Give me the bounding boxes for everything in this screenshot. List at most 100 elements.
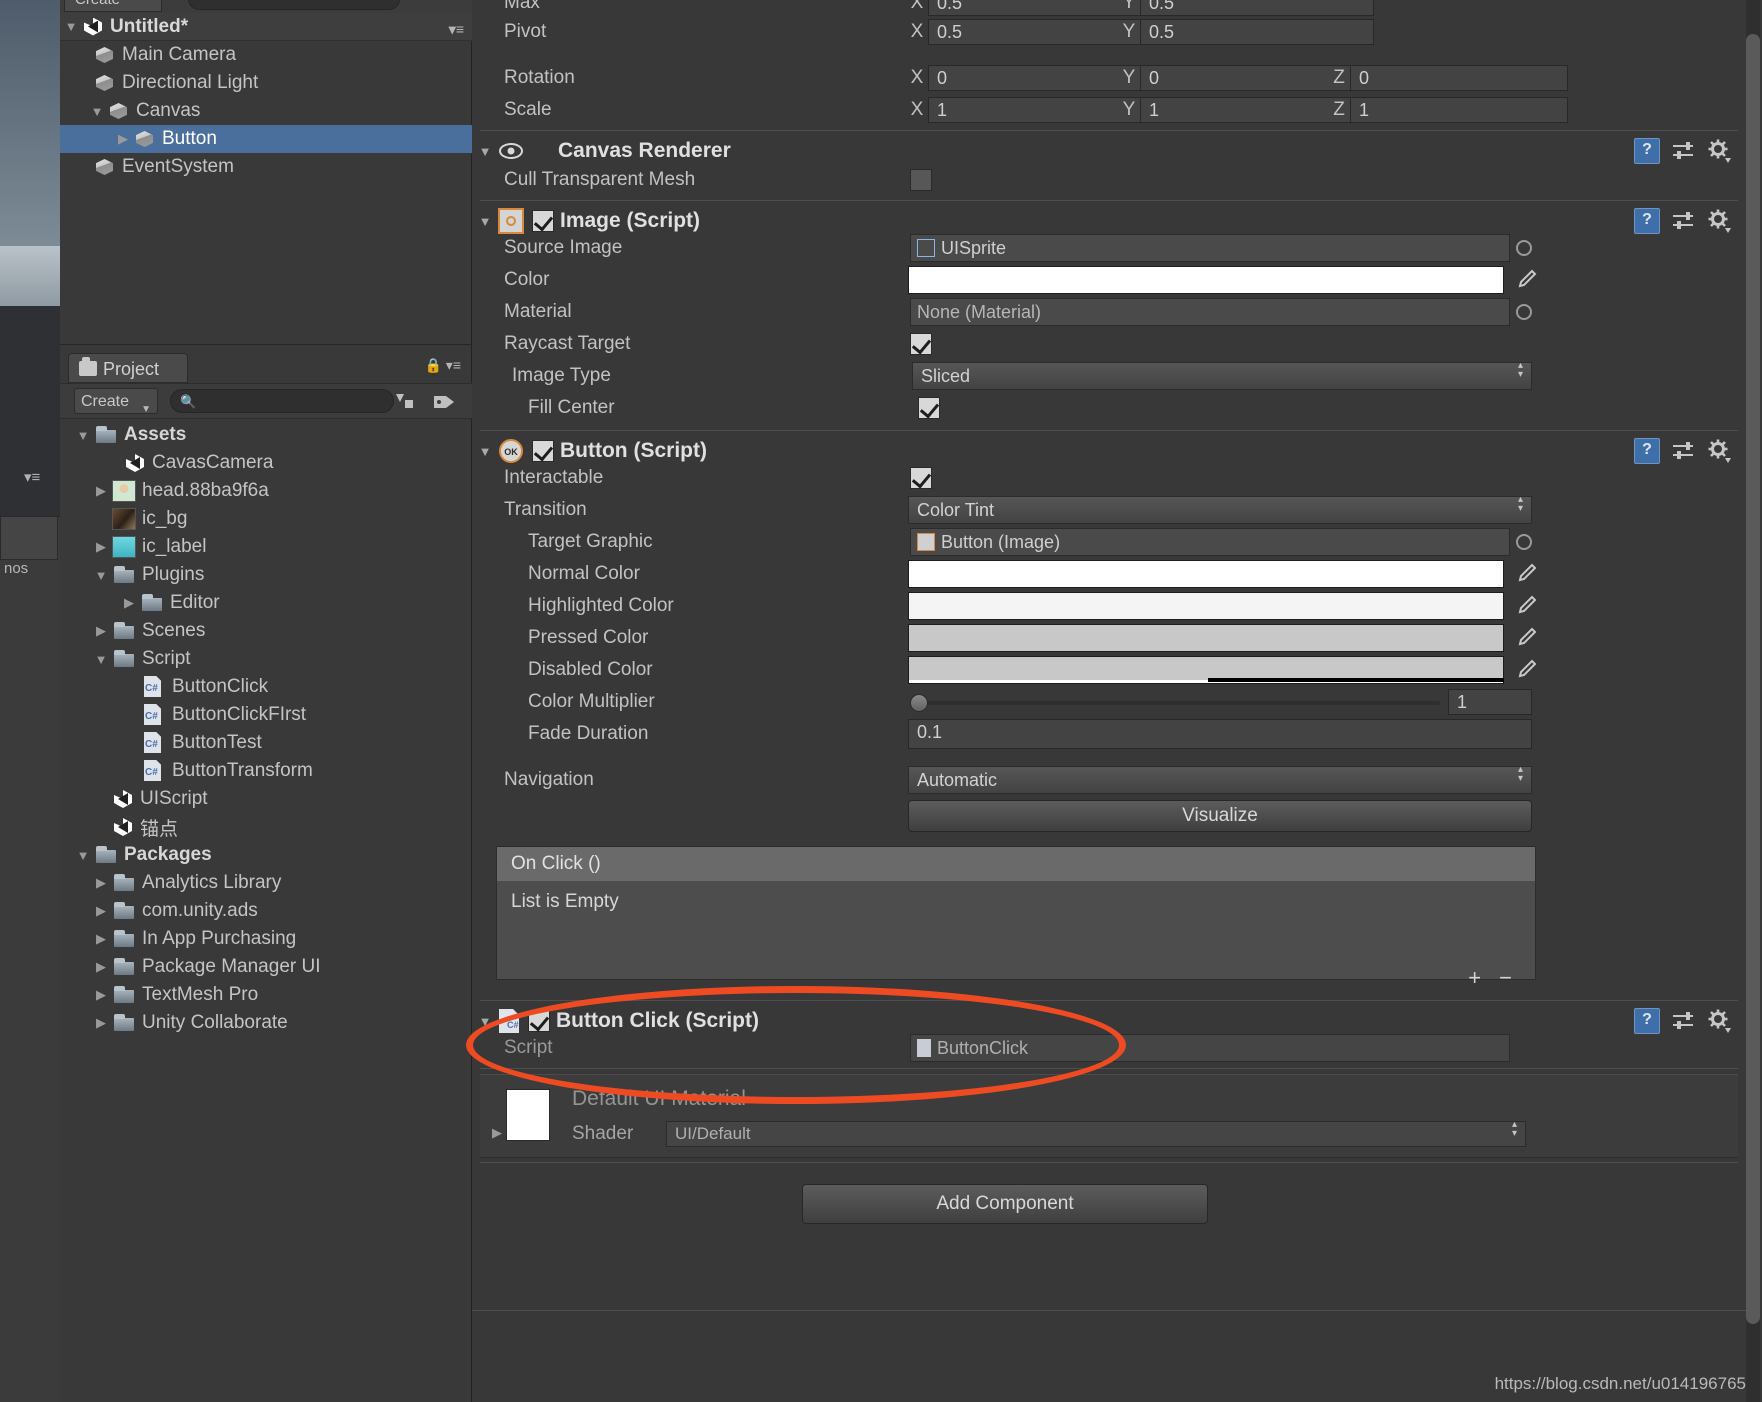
chevron-down-icon[interactable]: ▼	[90, 568, 112, 583]
max-y-field[interactable]: 0.5	[1140, 0, 1374, 16]
help-icon[interactable]	[1634, 138, 1660, 164]
gear-icon[interactable]	[1706, 1008, 1732, 1034]
project-item-buttontransform[interactable]: ButtonTransform	[60, 757, 470, 785]
raycast-target-checkbox[interactable]	[910, 333, 932, 355]
visualize-button[interactable]: Visualize	[908, 800, 1532, 832]
help-icon[interactable]	[1634, 1008, 1660, 1034]
hierarchy-item-directional-light[interactable]: ▶ Directional Light	[60, 69, 472, 97]
dock-tab[interactable]	[0, 516, 58, 560]
eyedropper-icon[interactable]	[1512, 561, 1538, 587]
project-search-input[interactable]: 🔍	[170, 389, 394, 413]
project-item-package-manager-ui[interactable]: ▶ Package Manager UI	[60, 953, 470, 981]
source-image-picker-icon[interactable]	[1516, 240, 1532, 256]
image-material-field[interactable]: None (Material)	[910, 298, 1510, 326]
chevron-right-icon[interactable]: ▶	[90, 623, 112, 639]
filter-by-type-icon[interactable]	[390, 390, 422, 414]
chevron-down-icon[interactable]: ▼	[472, 214, 498, 229]
target-graphic-picker-icon[interactable]	[1516, 534, 1532, 550]
chevron-right-icon[interactable]: ▶	[492, 1125, 502, 1141]
project-item-packages[interactable]: ▼ Packages	[60, 841, 470, 869]
shader-dropdown[interactable]: UI/Default	[666, 1120, 1526, 1147]
interactable-checkbox[interactable]	[910, 467, 932, 489]
project-item-buttonclick[interactable]: ButtonClick	[60, 673, 470, 701]
tab-project[interactable]: Project	[68, 353, 188, 383]
inspector-scrollbar-thumb[interactable]	[1746, 34, 1760, 1324]
chevron-down-icon[interactable]: ▼	[86, 104, 108, 119]
eyedropper-icon[interactable]	[1512, 657, 1538, 683]
project-item-head[interactable]: ▶ head.88ba9f6a	[60, 477, 470, 505]
preset-icon[interactable]	[1670, 438, 1696, 464]
material-picker-icon[interactable]	[1516, 304, 1532, 320]
chevron-down-icon[interactable]: ▼	[90, 652, 112, 667]
chevron-down-icon[interactable]: ▼	[472, 144, 498, 159]
slider-knob[interactable]	[910, 694, 928, 712]
project-create-button[interactable]: Create ▼	[74, 388, 158, 415]
project-item-plugins[interactable]: ▼ Plugins	[60, 561, 470, 589]
chevron-right-icon[interactable]: ▶	[90, 931, 112, 947]
script-field[interactable]: ButtonClick	[910, 1034, 1510, 1062]
chevron-right-icon[interactable]: ▶	[90, 987, 112, 1003]
preset-icon[interactable]	[1670, 138, 1696, 164]
project-item-scenes[interactable]: ▶ Scenes	[60, 617, 470, 645]
project-item-buttonclickfirst[interactable]: ButtonClickFIrst	[60, 701, 470, 729]
chevron-right-icon[interactable]: ▶	[90, 539, 112, 555]
project-item-ic-bg[interactable]: ic_bg	[60, 505, 470, 533]
eyedropper-icon[interactable]	[1512, 625, 1538, 651]
project-item-assets[interactable]: ▼ Assets	[60, 421, 470, 449]
chevron-right-icon[interactable]: ▶	[90, 483, 112, 499]
source-image-field[interactable]: UISprite	[910, 234, 1510, 262]
filter-by-label-icon[interactable]	[430, 390, 462, 414]
target-graphic-field[interactable]: Button (Image)	[910, 528, 1510, 556]
color-multiplier-slider[interactable]	[910, 694, 1440, 712]
preset-icon[interactable]	[1670, 208, 1696, 234]
project-item-com-unity-ads[interactable]: ▶ com.unity.ads	[60, 897, 470, 925]
chevron-right-icon[interactable]: ▶	[90, 1015, 112, 1031]
add-event-button[interactable]: +	[1468, 965, 1481, 991]
image-type-dropdown[interactable]: Sliced	[912, 361, 1532, 390]
transition-dropdown[interactable]: Color Tint	[908, 495, 1532, 524]
project-lock-menu[interactable]: 🔒 ▾≡	[424, 357, 461, 374]
eyedropper-icon[interactable]	[1512, 593, 1538, 619]
image-color-swatch[interactable]	[908, 266, 1504, 294]
chevron-right-icon[interactable]: ▶	[90, 875, 112, 891]
hierarchy-item-button[interactable]: ▶ Button	[60, 125, 472, 153]
hierarchy-search-input[interactable]	[188, 0, 400, 10]
image-script-enabled-checkbox[interactable]	[532, 210, 554, 232]
burger-menu-icon[interactable]: ▾≡	[24, 468, 40, 486]
remove-event-button[interactable]: −	[1499, 965, 1512, 991]
chevron-right-icon[interactable]: ▶	[90, 959, 112, 975]
project-item-uiscript[interactable]: UIScript	[60, 785, 470, 813]
project-item-analytics-library[interactable]: ▶ Analytics Library	[60, 869, 470, 897]
chevron-right-icon[interactable]: ▶	[90, 903, 112, 919]
chevron-down-icon[interactable]: ▼	[472, 1014, 498, 1029]
project-item-in-app-purchasing[interactable]: ▶ In App Purchasing	[60, 925, 470, 953]
hierarchy-item-main-camera[interactable]: ▶ Main Camera	[60, 41, 472, 69]
button-script-enabled-checkbox[interactable]	[532, 440, 554, 462]
help-icon[interactable]	[1634, 208, 1660, 234]
eyedropper-icon[interactable]	[1512, 267, 1538, 293]
project-item-editor[interactable]: ▶ Editor	[60, 589, 470, 617]
chevron-right-icon[interactable]: ▶	[118, 595, 140, 611]
hierarchy-scene-root[interactable]: ▼ Untitled* ▾≡	[60, 13, 472, 41]
hierarchy-menu-icon[interactable]: ▾≡	[449, 21, 464, 38]
hierarchy-item-canvas[interactable]: ▼ Canvas	[60, 97, 472, 125]
project-item-maodian[interactable]: 锚点	[60, 813, 470, 841]
chevron-right-icon[interactable]: ▶	[112, 131, 134, 147]
highlighted-color-swatch[interactable]	[908, 592, 1504, 620]
button-click-script-enabled-checkbox[interactable]	[528, 1010, 550, 1032]
fade-duration-field[interactable]: 0.1	[908, 719, 1532, 749]
hierarchy-item-eventsystem[interactable]: ▶ EventSystem	[60, 153, 472, 181]
chevron-down-icon[interactable]: ▼	[60, 19, 82, 34]
pivot-y-field[interactable]: 0.5	[1140, 19, 1374, 45]
project-item-script[interactable]: ▼ Script	[60, 645, 470, 673]
gear-icon[interactable]	[1706, 138, 1732, 164]
color-multiplier-field[interactable]: 1	[1448, 689, 1532, 715]
fill-center-checkbox[interactable]	[918, 397, 940, 419]
project-item-unity-collaborate[interactable]: ▶ Unity Collaborate	[60, 1009, 470, 1037]
project-item-cavascamera[interactable]: ▶ CavasCamera	[60, 449, 470, 477]
project-item-buttontest[interactable]: ButtonTest	[60, 729, 470, 757]
chevron-down-icon[interactable]: ▼	[72, 428, 94, 443]
rotation-z-field[interactable]: 0	[1350, 65, 1568, 91]
navigation-dropdown[interactable]: Automatic	[908, 765, 1532, 794]
cull-transparent-mesh-checkbox[interactable]	[910, 169, 932, 191]
